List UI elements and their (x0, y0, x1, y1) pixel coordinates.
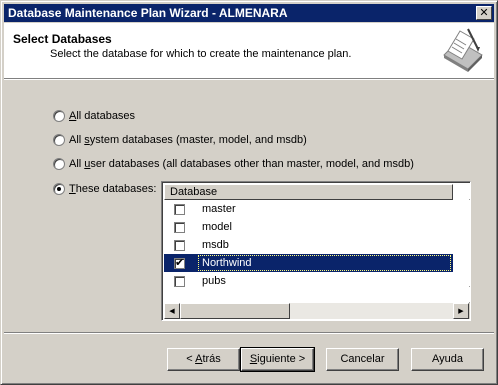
next-button[interactable]: Siguiente > (240, 347, 315, 372)
list-item[interactable]: model (164, 218, 453, 236)
wizard-header: Select Databases Select the database for… (4, 23, 494, 78)
radio-button[interactable] (53, 134, 65, 146)
vertical-scrollbar[interactable]: ▲ ▼ (469, 184, 470, 303)
checkbox[interactable] (174, 239, 185, 251)
scroll-left-button[interactable]: ◀ (164, 303, 180, 319)
footer-divider (4, 332, 494, 334)
checkbox-checked[interactable]: ✔ (174, 255, 185, 269)
vertical-scroll-thumb[interactable] (469, 200, 470, 287)
horizontal-scroll-thumb[interactable] (180, 303, 290, 319)
radio-user-databases[interactable]: All user databases (all databases other … (53, 157, 414, 171)
page-title: Select Databases (13, 32, 112, 46)
checkbox[interactable] (174, 203, 185, 215)
cancel-button[interactable]: Cancelar (326, 348, 399, 371)
arrow-right-icon: ▶ (458, 307, 464, 315)
database-name: msdb (202, 239, 229, 251)
radio-all-databases[interactable]: All databases (53, 109, 135, 123)
list-item[interactable]: pubs (164, 272, 453, 290)
help-button[interactable]: Ayuda (411, 348, 484, 371)
radio-label: These databases: (69, 183, 157, 195)
radio-button[interactable] (53, 110, 65, 122)
radio-button[interactable] (53, 183, 65, 195)
radio-these-databases[interactable]: These databases: (53, 182, 156, 196)
checkmark-icon: ✔ (175, 255, 185, 269)
checkbox[interactable] (174, 221, 185, 233)
database-name: Northwind (198, 255, 451, 271)
scroll-right-button[interactable]: ▶ (453, 303, 469, 319)
list-item[interactable]: master (164, 200, 453, 218)
window-title: Database Maintenance Plan Wizard - ALMEN… (8, 6, 288, 20)
list-item[interactable]: msdb (164, 236, 453, 254)
radio-system-databases[interactable]: All system databases (master, model, and… (53, 133, 307, 147)
list-item-selected[interactable]: ✔ Northwind (164, 254, 453, 272)
radio-button[interactable] (53, 158, 65, 170)
database-name: master (202, 203, 236, 215)
scrollbar-corner (469, 303, 470, 319)
radio-label: All databases (69, 110, 136, 122)
database-list[interactable]: Database master model msdb ✔ Northwind p… (161, 181, 471, 321)
radio-label: All system databases (master, model, and… (69, 134, 307, 146)
wizard-clipboard-icon (443, 28, 483, 72)
horizontal-scrollbar[interactable]: ◀ ▶ (164, 303, 469, 319)
column-header-database[interactable]: Database (164, 184, 453, 200)
page-subtitle: Select the database for which to create … (50, 48, 352, 60)
back-button[interactable]: < Atrás (167, 348, 240, 371)
database-name: pubs (202, 275, 226, 287)
wizard-window: Database Maintenance Plan Wizard - ALMEN… (0, 0, 498, 385)
title-bar[interactable]: Database Maintenance Plan Wizard - ALMEN… (4, 4, 494, 22)
scroll-down-button[interactable]: ▼ (469, 287, 470, 303)
header-divider (4, 78, 494, 80)
scroll-up-button[interactable]: ▲ (469, 184, 470, 200)
close-button[interactable]: ✕ (476, 6, 492, 20)
database-name: model (202, 221, 232, 233)
close-icon: ✕ (479, 6, 489, 19)
checkbox[interactable] (174, 275, 185, 287)
radio-label: All user databases (all databases other … (69, 158, 414, 170)
arrow-left-icon: ◀ (169, 307, 175, 315)
